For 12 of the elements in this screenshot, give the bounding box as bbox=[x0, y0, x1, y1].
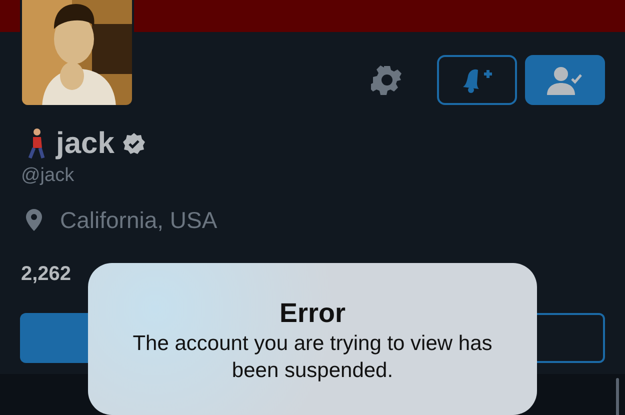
notifications-button[interactable] bbox=[437, 55, 517, 105]
scrollbar[interactable] bbox=[616, 378, 619, 415]
settings-icon[interactable] bbox=[371, 64, 403, 96]
profile-handle: @jack bbox=[21, 165, 74, 186]
dialog-message: The account you are trying to view has been suspended. bbox=[132, 331, 494, 384]
following-button[interactable] bbox=[525, 55, 605, 105]
location-pin-icon bbox=[26, 208, 42, 231]
profile-name: jack bbox=[56, 129, 114, 159]
stat-count: 2,262 bbox=[21, 262, 72, 287]
profile-location: California, USA bbox=[60, 206, 218, 234]
person-check-icon bbox=[545, 65, 585, 95]
dialog-title: Error bbox=[279, 298, 346, 328]
